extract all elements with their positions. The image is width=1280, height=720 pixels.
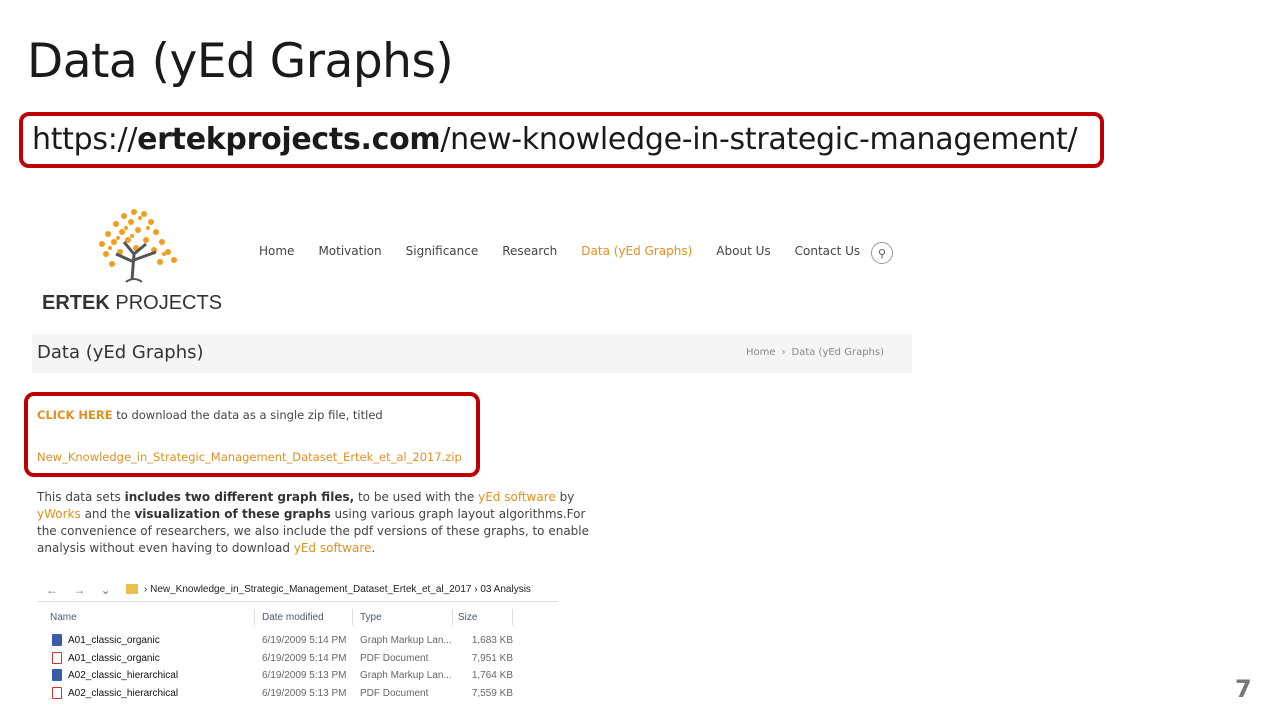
file-date: 6/19/2009 5:13 PM (262, 687, 347, 699)
nav-item-significance[interactable]: Significance (406, 244, 479, 258)
url-prefix: https:// (32, 122, 138, 157)
file-row[interactable]: A02_classic_hierarchical 6/19/2009 5:13 P… (38, 686, 558, 703)
file-size: 1,764 KB (471, 670, 513, 681)
col-size[interactable]: Size (458, 612, 477, 623)
slide-page-number: 7 (1235, 675, 1252, 703)
folder-icon (126, 584, 138, 594)
url-domain: ertekprojects.com (137, 122, 441, 157)
logo-wordmark: ERTEK PROJECTS (42, 292, 223, 314)
file-type: Graph Markup Lan... (360, 635, 452, 646)
nav-item-home[interactable]: Home (259, 244, 294, 258)
site-url[interactable]: https://ertekprojects.com/new-knowledge-… (32, 122, 1078, 157)
slide-title: Data (yEd Graphs) (27, 34, 454, 89)
yed-software-link[interactable]: yEd software (478, 490, 556, 504)
file-date: 6/19/2009 5:13 PM (262, 670, 347, 681)
nav-item-motivation[interactable]: Motivation (318, 244, 381, 258)
col-date[interactable]: Date modified (262, 612, 324, 623)
yed-software-link-2[interactable]: yEd software (294, 541, 372, 555)
explorer-address-bar: ← → ⌄ ↑ › New_Knowledge_in_Strategic_Man… (38, 579, 558, 602)
file-name: A02_classic_hierarchical (68, 670, 179, 681)
explorer-column-headers: Name Date modified Type Size (38, 609, 558, 627)
file-row[interactable]: A02_classic_hierarchical 6/19/2009 5:13 P… (38, 668, 558, 685)
nav-item-data-yed-graphs[interactable]: Data (yEd Graphs) (581, 244, 692, 258)
yworks-link[interactable]: yWorks (37, 507, 81, 521)
page-header: Data (yEd Graphs) Home › Data (yEd Graphs) (32, 334, 912, 373)
breadcrumb-current: Data (yEd Graphs) (791, 347, 884, 358)
file-date: 6/19/2009 5:14 PM (262, 635, 347, 646)
file-explorer-screenshot: ← → ⌄ ↑ › New_Knowledge_in_Strategic_Man… (38, 579, 558, 709)
nav-arrows-icon[interactable]: ← → ⌄ ↑ (46, 583, 138, 597)
file-name: A01_classic_organic (68, 635, 160, 646)
file-type: PDF Document (360, 687, 429, 699)
file-size: 7,951 KB (471, 652, 513, 664)
graphml-file-icon (52, 669, 62, 681)
graphml-file-icon (52, 634, 62, 646)
file-type: PDF Document (360, 652, 429, 664)
breadcrumb-separator-icon: › (781, 347, 786, 358)
col-name[interactable]: Name (50, 612, 77, 623)
nav-item-research[interactable]: Research (502, 244, 557, 258)
page-title: Data (yEd Graphs) (37, 342, 204, 363)
site-logo[interactable]: ERTEK PROJECTS (36, 192, 226, 317)
breadcrumb-home[interactable]: Home (746, 347, 776, 358)
file-size: 1,683 KB (471, 635, 513, 646)
download-highlight-box (24, 392, 480, 477)
url-path: /new-knowledge-in-strategic-management/ (440, 122, 1078, 157)
pdf-file-icon (52, 686, 62, 699)
file-row[interactable]: A01_classic_organic 6/19/2009 5:14 PM PDF … (38, 651, 558, 668)
search-icon: ⚲ (877, 247, 887, 260)
file-name: A02_classic_hierarchical (68, 687, 179, 699)
search-button[interactable]: ⚲ (871, 242, 893, 264)
description-paragraph: This data sets includes two different gr… (37, 490, 590, 555)
breadcrumb: Home › Data (yEd Graphs) (746, 347, 884, 358)
file-date: 6/19/2009 5:14 PM (262, 652, 347, 664)
nav-item-about-us[interactable]: About Us (716, 244, 770, 258)
zip-filename-link[interactable]: New_Knowledge_in_Strategic_Management_Da… (37, 450, 462, 464)
file-size: 7,559 KB (471, 687, 513, 699)
nav-item-contact-us[interactable]: Contact Us (795, 244, 861, 258)
file-name: A01_classic_organic (68, 652, 160, 664)
tree-logo-icon (99, 209, 177, 283)
pdf-file-icon (52, 651, 62, 664)
file-row[interactable]: A01_classic_organic 6/19/2009 5:14 PM Grap… (38, 633, 558, 650)
download-line: CLICK HERE to download the data as a sin… (37, 408, 383, 422)
site-nav: Home Motivation Significance Research Data (… (247, 244, 872, 258)
file-type: Graph Markup Lan... (360, 670, 452, 681)
explorer-path[interactable]: › New_Knowledge_in_Strategic_Management_… (144, 584, 531, 595)
col-type[interactable]: Type (360, 612, 382, 623)
click-here-link[interactable]: CLICK HERE (37, 408, 113, 422)
